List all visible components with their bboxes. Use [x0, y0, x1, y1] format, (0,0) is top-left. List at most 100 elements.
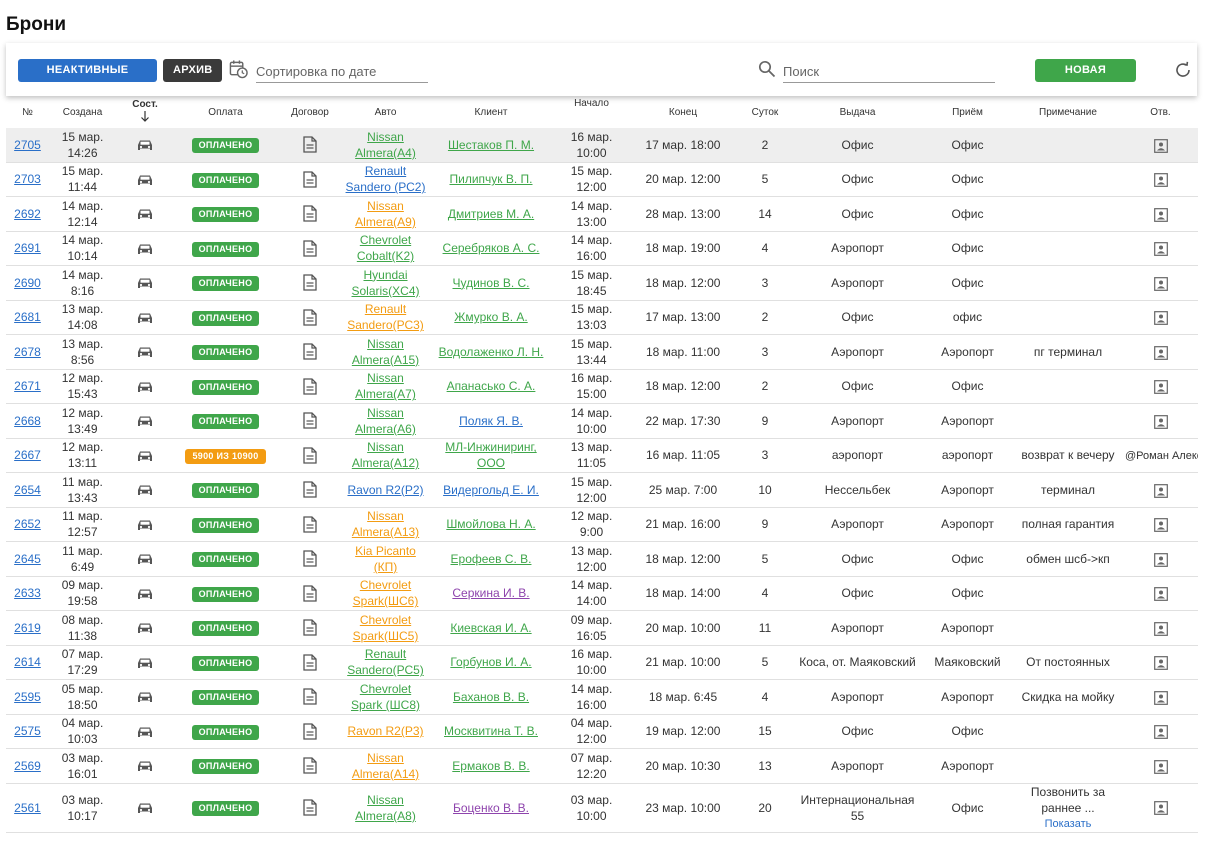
payment-badge[interactable]: ОПЛАЧЕНО — [191, 345, 260, 361]
client-link[interactable]: Жмурко В. А. — [454, 310, 527, 324]
client-link[interactable]: Ерофеев С. В. — [451, 552, 532, 566]
header-end[interactable]: Конец — [629, 96, 737, 128]
payment-badge[interactable]: ОПЛАЧЕНО — [191, 138, 260, 154]
table-row[interactable]: 2678 13 мар. 8:56 ОПЛАЧЕНО Nissan Almera(… — [6, 334, 1198, 370]
contract-document-icon[interactable] — [303, 274, 317, 292]
car-link[interactable]: Ravon R2(P3) — [347, 724, 423, 738]
car-link[interactable]: Ravon R2(P2) — [347, 483, 423, 497]
contract-document-icon[interactable] — [303, 619, 317, 637]
table-row[interactable]: 2668 12 мар. 13:49 ОПЛАЧЕНО Nissan Almera… — [6, 403, 1198, 439]
header-number[interactable]: № — [6, 96, 49, 128]
booking-number-link[interactable]: 2703 — [14, 172, 41, 186]
contract-document-icon[interactable] — [303, 205, 317, 223]
car-link[interactable]: Nissan Almera(A12) — [352, 440, 419, 470]
booking-number-link[interactable]: 2705 — [14, 138, 41, 152]
header-payment[interactable]: Оплата — [174, 96, 277, 128]
client-link[interactable]: Апанасько С. А. — [447, 379, 536, 393]
client-link[interactable]: Баханов В. В. — [453, 690, 529, 704]
table-row[interactable]: 2690 14 мар. 8:16 ОПЛАЧЕНО Hyundai Solari… — [6, 265, 1198, 301]
booking-number-link[interactable]: 2569 — [14, 759, 41, 773]
client-link[interactable]: Боценко В. В. — [453, 801, 529, 815]
payment-badge[interactable]: ОПЛАЧЕНО — [191, 801, 260, 816]
payment-badge[interactable]: ОПЛАЧЕНО — [191, 241, 260, 257]
payment-badge[interactable]: 5900 ИЗ 10900 — [185, 448, 266, 464]
assign-responsible-icon[interactable] — [1153, 379, 1168, 394]
client-link[interactable]: Серебряков А. С. — [443, 241, 540, 255]
payment-badge[interactable]: ОПЛАЧЕНО — [191, 483, 260, 499]
assign-responsible-icon[interactable] — [1153, 655, 1168, 670]
table-row[interactable]: 2619 08 мар. 11:38 ОПЛАЧЕНО Chevrolet Spa… — [6, 610, 1198, 646]
client-link[interactable]: Киевская И. А. — [450, 621, 531, 635]
booking-number-link[interactable]: 2678 — [14, 345, 41, 359]
assign-responsible-icon[interactable] — [1153, 801, 1168, 816]
assign-responsible-icon[interactable] — [1153, 552, 1168, 567]
booking-number-link[interactable]: 2575 — [14, 724, 41, 738]
payment-badge[interactable]: ОПЛАЧЕНО — [191, 552, 260, 568]
table-row[interactable]: 2681 13 мар. 14:08 ОПЛАЧЕНО Renault Sande… — [6, 300, 1198, 335]
payment-badge[interactable]: ОПЛАЧЕНО — [191, 517, 260, 533]
table-row[interactable]: 2645 11 мар. 6:49 ОПЛАЧЕНО Kia Picanto (К… — [6, 541, 1198, 577]
booking-number-link[interactable]: 2633 — [14, 586, 41, 600]
header-client[interactable]: Клиент — [428, 96, 554, 128]
table-row[interactable]: 2561 03 мар. 10:17 ОПЛАЧЕНО Nissan Almera… — [6, 783, 1198, 833]
contract-document-icon[interactable] — [303, 136, 317, 154]
car-link[interactable]: Chevrolet Spark(ШС6) — [353, 578, 419, 608]
client-link[interactable]: Ермаков В. В. — [452, 759, 529, 773]
contract-document-icon[interactable] — [303, 343, 317, 361]
header-created[interactable]: Создана — [49, 96, 116, 128]
payment-badge[interactable]: ОПЛАЧЕНО — [191, 172, 260, 188]
assign-responsible-icon[interactable] — [1153, 690, 1168, 705]
booking-number-link[interactable]: 2619 — [14, 621, 41, 635]
assign-responsible-icon[interactable] — [1153, 724, 1168, 739]
payment-badge[interactable]: ОПЛАЧЕНО — [191, 310, 260, 326]
archive-button[interactable]: АРХИВ — [163, 59, 222, 82]
car-link[interactable]: Nissan Almera(A15) — [352, 337, 419, 367]
client-link[interactable]: Чудинов В. С. — [453, 276, 530, 290]
booking-number-link[interactable]: 2691 — [14, 241, 41, 255]
inactive-bookings-button[interactable]: НЕАКТИВНЫЕ БРОНИ — [18, 59, 157, 99]
booking-number-link[interactable]: 2681 — [14, 310, 41, 324]
payment-badge[interactable]: ОПЛАЧЕНО — [191, 586, 260, 602]
assign-responsible-icon[interactable] — [1153, 517, 1168, 532]
contract-document-icon[interactable] — [303, 585, 317, 602]
table-row[interactable]: 2569 03 мар. 16:01 ОПЛАЧЕНО Nissan Almera… — [6, 748, 1198, 784]
booking-number-link[interactable]: 2690 — [14, 276, 41, 290]
header-responsible[interactable]: Отв. — [1123, 96, 1198, 128]
car-link[interactable]: Nissan Almera(A14) — [352, 751, 419, 781]
assign-responsible-icon[interactable] — [1153, 310, 1168, 325]
payment-badge[interactable]: ОПЛАЧЕНО — [191, 207, 260, 223]
contract-document-icon[interactable] — [303, 171, 317, 188]
contract-document-icon[interactable] — [303, 412, 317, 430]
client-link[interactable]: Пилипчук В. П. — [450, 172, 533, 186]
table-row[interactable]: 2705 15 мар. 14:26 ОПЛАЧЕНО Nissan Almera… — [6, 128, 1198, 163]
booking-number-link[interactable]: 2652 — [14, 517, 41, 531]
table-row[interactable]: 2614 07 мар. 17:29 ОПЛАЧЕНО Renault Sande… — [6, 645, 1198, 680]
assign-responsible-icon[interactable] — [1153, 276, 1168, 291]
booking-number-link[interactable]: 2595 — [14, 690, 41, 704]
assign-responsible-icon[interactable] — [1153, 759, 1168, 774]
car-link[interactable]: Chevrolet Spark(ШС5) — [353, 613, 419, 643]
car-link[interactable]: Nissan Almera(A7) — [355, 371, 416, 401]
booking-number-link[interactable]: 2668 — [14, 414, 41, 428]
header-contract[interactable]: Договор — [277, 96, 343, 128]
booking-number-link[interactable]: 2692 — [14, 207, 41, 221]
header-days[interactable]: Суток — [737, 96, 793, 128]
contract-document-icon[interactable] — [303, 240, 317, 257]
client-link[interactable]: Водолаженко Л. Н. — [439, 345, 544, 359]
booking-number-link[interactable]: 2645 — [14, 552, 41, 566]
car-link[interactable]: Kia Picanto (КП) — [355, 544, 416, 574]
search-input[interactable] — [783, 60, 995, 83]
car-link[interactable]: Nissan Almera(A4) — [355, 130, 416, 160]
assign-responsible-icon[interactable] — [1153, 586, 1168, 601]
client-link[interactable]: МЛ-Инжиниринг, ООО — [445, 440, 536, 470]
header-pickup[interactable]: Выдача — [793, 96, 922, 128]
payment-badge[interactable]: ОПЛАЧЕНО — [191, 724, 260, 740]
contract-document-icon[interactable] — [303, 799, 317, 816]
client-link[interactable]: Горбунов И. А. — [450, 655, 531, 669]
car-link[interactable]: Renault Sandero (РС2) — [346, 164, 426, 194]
table-row[interactable]: 2671 12 мар. 15:43 ОПЛАЧЕНО Nissan Almera… — [6, 369, 1198, 404]
table-row[interactable]: 2667 12 мар. 13:11 5900 ИЗ 10900 Nissan A… — [6, 438, 1198, 473]
table-row[interactable]: 2652 11 мар. 12:57 ОПЛАЧЕНО Nissan Almera… — [6, 507, 1198, 542]
client-link[interactable]: Поляк Я. В. — [459, 414, 523, 428]
car-link[interactable]: Hyundai Solaris(XC4) — [351, 268, 419, 298]
